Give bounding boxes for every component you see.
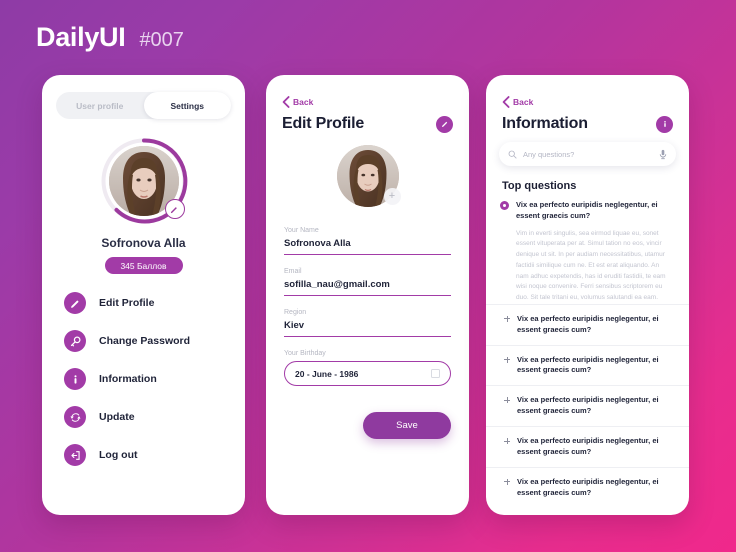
edit-title-badge-button[interactable]: [436, 115, 453, 133]
list-item[interactable]: Vix ea perfecto euripidis neglegentur, e…: [486, 303, 689, 345]
menu-label: Information: [99, 373, 157, 385]
profile-name: Sofronova Alla: [101, 236, 186, 250]
page-title: Edit Profile: [282, 115, 365, 132]
plus-icon[interactable]: +: [383, 188, 401, 205]
edit-profile-form: Your Name Sofronova Alla Email sofilla_n…: [284, 227, 451, 439]
field-email: Email sofilla_nau@gmail.com: [284, 268, 451, 296]
bullet-icon: [500, 201, 509, 210]
profile-avatar[interactable]: [100, 137, 188, 225]
open-question-text: Vix ea perfecto euripidis neglegentur, e…: [516, 200, 658, 220]
plus-bullet-icon: [504, 315, 510, 322]
points-badge: 345 Баллов: [104, 257, 183, 274]
menu-label: Change Password: [99, 335, 191, 347]
pencil-icon: [64, 292, 86, 314]
pencil-icon: [441, 121, 447, 127]
info-icon: [663, 121, 666, 127]
page-header: DailyUI #007: [36, 22, 184, 53]
chevron-left-icon: [282, 96, 290, 108]
questions-list[interactable]: Vix ea perfecto euripidis neglegentur, e…: [486, 200, 689, 515]
open-question-header[interactable]: Vix ea perfecto euripidis neglegentur, e…: [500, 200, 673, 222]
question-text: Vix ea perfecto euripidis neglegentur, e…: [517, 395, 659, 416]
information-card: Back Information Top questions Vix ea pe: [486, 75, 689, 515]
tab-user-profile[interactable]: User profile: [56, 92, 144, 119]
menu-item-information[interactable]: Information: [64, 368, 245, 390]
menu-item-update[interactable]: Update: [64, 406, 245, 428]
field-region: Region Kiev: [284, 309, 451, 337]
section-title: Top questions: [502, 180, 577, 192]
plus-bullet-icon: [504, 356, 510, 363]
field-birthday: Your Birthday 20 - June - 1986: [284, 350, 451, 386]
question-text: Vix ea perfecto euripidis neglegentur, e…: [517, 476, 659, 497]
plus-bullet-icon: [504, 397, 510, 404]
list-item[interactable]: Vix ea perfecto euripidis neglegentur, e…: [486, 385, 689, 426]
edit-profile-card: Back Edit Profile + Your Name Sofronova …: [266, 75, 469, 515]
open-question-answer: Vim in everti singulis, sea eirmod liqua…: [516, 229, 666, 302]
chevron-left-icon: [502, 96, 510, 108]
menu-label: Edit Profile: [99, 297, 155, 309]
search-bar[interactable]: [499, 142, 676, 166]
menu-item-edit-profile[interactable]: Edit Profile: [64, 292, 245, 314]
menu-label: Log out: [99, 449, 138, 461]
open-question[interactable]: Vix ea perfecto euripidis neglegentur, e…: [486, 200, 689, 304]
menu-label: Update: [99, 411, 135, 423]
email-input[interactable]: sofilla_nau@gmail.com: [284, 279, 451, 296]
key-icon: [64, 330, 86, 352]
plus-bullet-icon: [504, 478, 510, 485]
name-input[interactable]: Sofronova Alla: [284, 238, 451, 255]
field-label: Email: [284, 268, 302, 275]
info-title-badge-button[interactable]: [656, 115, 673, 133]
birthday-input[interactable]: 20 - June - 1986: [284, 361, 451, 386]
birthday-value: 20 - June - 1986: [295, 368, 359, 379]
calendar-icon[interactable]: [431, 369, 440, 378]
back-label: Back: [293, 97, 314, 107]
list-item[interactable]: Vix ea perfecto euripidis neglegentur, e…: [486, 466, 689, 508]
profile-tabs: User profile Settings: [56, 92, 231, 119]
profile-menu: Edit Profile Change Password Information: [42, 292, 245, 466]
search-icon: [508, 150, 517, 159]
info-icon: [64, 368, 86, 390]
info-title-row: Information: [502, 115, 673, 133]
region-input[interactable]: Kiev: [284, 320, 451, 337]
avatar-edit-button[interactable]: [164, 199, 185, 219]
question-text: Vix ea perfecto euripidis neglegentur, e…: [517, 313, 659, 334]
list-item[interactable]: Vix ea perfecto euripidis neglegentur, e…: [486, 344, 689, 386]
back-label: Back: [513, 97, 534, 107]
pencil-icon: [170, 206, 177, 213]
question-text: Vix ea perfecto euripidis neglegentur, e…: [517, 354, 659, 375]
page-title: Information: [502, 115, 588, 132]
field-label: Region: [284, 309, 307, 316]
challenge-number: #007: [139, 29, 184, 51]
logout-icon: [64, 444, 86, 466]
save-row: Save: [284, 412, 451, 439]
back-button-edit[interactable]: Back: [282, 96, 469, 108]
edit-title-row: Edit Profile: [282, 115, 453, 133]
field-label: Your Birthday: [284, 350, 326, 357]
back-button-info[interactable]: Back: [502, 96, 689, 108]
refresh-icon: [64, 406, 86, 428]
search-input[interactable]: [523, 149, 653, 159]
profile-card: User profile Settings Sofronova Alla 345…: [42, 75, 245, 515]
tab-settings[interactable]: Settings: [143, 92, 231, 119]
field-your-name: Your Name Sofronova Alla: [284, 227, 451, 255]
menu-item-change-password[interactable]: Change Password: [64, 330, 245, 352]
list-item[interactable]: Vix ea perfecto euripidis neglegentur, e…: [486, 426, 689, 467]
field-label: Your Name: [284, 227, 319, 234]
menu-item-log-out[interactable]: Log out: [64, 444, 245, 466]
plus-bullet-icon: [504, 438, 510, 445]
brand-title: DailyUI: [36, 22, 126, 52]
edit-avatar[interactable]: +: [336, 145, 401, 207]
question-text: Vix ea perfecto euripidis neglegentur, e…: [517, 436, 659, 456]
save-button[interactable]: Save: [363, 412, 451, 439]
microphone-icon[interactable]: [659, 149, 667, 160]
